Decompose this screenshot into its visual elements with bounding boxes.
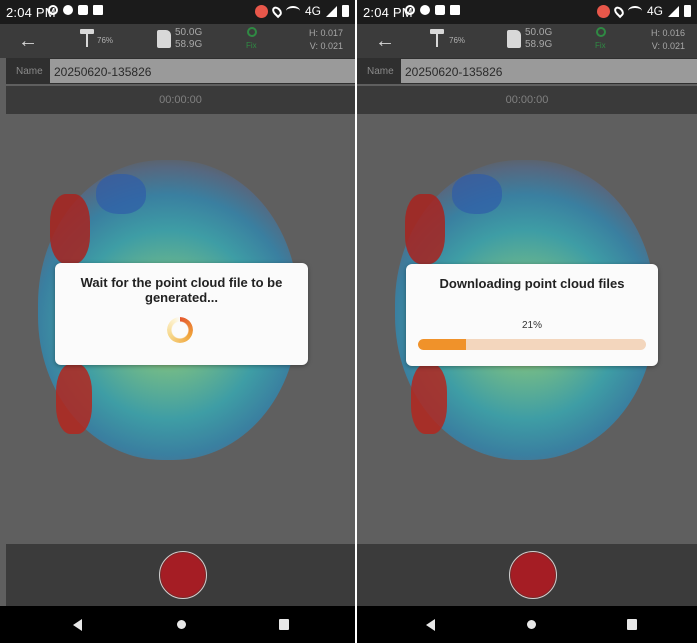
network-type: 4G [304,4,321,18]
message-notification-icon [435,5,445,15]
precision-readout: H: 0.016 V: 0.021 [651,27,685,53]
progress-percent-text: 21% [521,320,542,331]
point-cloud-red-cluster [405,194,445,264]
status-bar: 2:04 PM 4G [0,0,355,24]
hotspot-icon [627,6,642,16]
name-label: Name [367,66,394,77]
storage-total: 58.9G [525,39,553,50]
storage-info: 50.0G 58.9G [525,27,552,51]
status-system-icons: 4G [254,4,349,18]
nav-back-icon[interactable] [426,619,435,631]
signal-icon [326,5,337,17]
fix-label: Fix [246,41,257,50]
app-notification-icon [93,5,103,15]
battery-icon [342,5,349,17]
location-icon [270,4,284,18]
record-button[interactable] [159,551,207,599]
recording-timer: 00:00:00 [357,86,697,114]
name-field[interactable]: 20250620-135826 [50,59,355,83]
message-notification-icon [78,5,88,15]
notification-icon [405,5,415,15]
survey-toolbar: ← 76% 50.0G 58.9G Fix H: 0.016 V: 0.021 [357,24,697,58]
storage-total: 58.9G [175,39,203,50]
device-battery-percent: 76% [449,36,466,45]
bottom-control-bar [357,544,697,606]
status-notification-icons [405,5,460,15]
bottom-control-bar [6,544,355,606]
name-row: Name 20250620-135826 [6,58,355,84]
fix-status-icon [247,27,257,37]
point-cloud-red-cluster [50,194,90,264]
app-notification-icon [450,5,460,15]
record-button[interactable] [509,551,557,599]
point-cloud-red-cluster [56,364,92,434]
storage-used: 50.0G [525,27,553,38]
rover-antenna-icon [430,29,444,47]
loading-spinner-icon [167,317,193,343]
nav-home-icon[interactable] [177,620,186,629]
name-value: 20250620-135826 [54,65,152,79]
name-row: Name 20250620-135826 [357,58,697,84]
storage-info: 50.0G 58.9G [175,27,202,51]
screen-record-icon [254,4,268,18]
network-type: 4G [646,4,663,18]
screen-downloading: 2:04 PM 4G ← 76% 50.0G 58.9G Fix H: 0.01… [357,0,697,643]
download-progress-fill [418,339,466,350]
hotspot-icon [285,6,300,16]
back-arrow-icon[interactable]: ← [18,30,38,53]
survey-toolbar: ← 76% 50.0G 58.9G Fix H: 0.017 V: 0.021 [0,24,355,58]
v-precision: V: 0.021 [309,41,343,51]
android-nav-bar [357,606,697,643]
recording-timer: 00:00:00 [6,86,355,114]
fix-label: Fix [595,41,606,50]
nav-recent-icon[interactable] [627,619,637,630]
generating-dialog: Wait for the point cloud file to be gene… [55,263,308,365]
settings-notification-icon [420,5,430,15]
precision-readout: H: 0.017 V: 0.021 [309,27,343,53]
nav-back-icon[interactable] [73,619,82,631]
point-cloud-blue-cluster [452,174,502,214]
location-icon [612,4,626,18]
h-precision: H: 0.017 [308,28,343,38]
android-nav-bar [0,606,355,643]
name-label: Name [16,66,43,77]
nav-recent-icon[interactable] [279,619,289,630]
status-system-icons: 4G [596,4,691,18]
dialog-title: Wait for the point cloud file to be gene… [80,275,283,305]
fix-status-icon [596,27,606,37]
download-dialog: Downloading point cloud files 21% [406,264,658,366]
point-cloud-blue-cluster [96,174,146,214]
rover-antenna-icon [80,29,94,47]
device-battery-percent: 76% [97,36,114,45]
download-progress-bar [418,339,646,350]
v-precision: V: 0.021 [651,41,685,51]
settings-notification-icon [63,5,73,15]
screen-record-icon [596,4,610,18]
notification-icon [48,5,58,15]
sd-card-icon [157,30,171,48]
name-value: 20250620-135826 [405,65,503,79]
back-arrow-icon[interactable]: ← [375,30,395,53]
status-bar: 2:04 PM 4G [357,0,697,24]
dialog-title: Downloading point cloud files [439,276,625,291]
h-precision: H: 0.016 [650,28,685,38]
nav-home-icon[interactable] [527,620,536,629]
battery-icon [684,5,691,17]
sd-card-icon [507,30,521,48]
signal-icon [668,5,679,17]
storage-used: 50.0G [175,27,203,38]
name-field[interactable]: 20250620-135826 [401,59,697,83]
status-notification-icons [48,5,103,15]
screen-generating: 2:04 PM 4G ← 76% 50.0G 58.9G Fix H: 0.01… [0,0,355,643]
point-cloud-red-cluster [411,364,447,434]
